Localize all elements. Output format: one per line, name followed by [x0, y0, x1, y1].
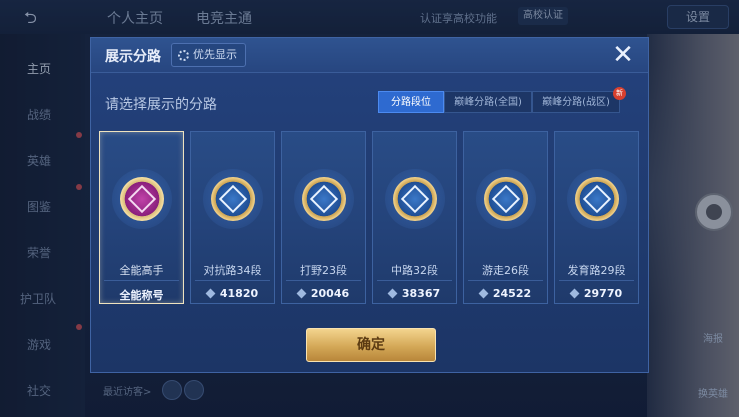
lane-card-value: 41820: [191, 287, 274, 300]
diamond-icon: [387, 288, 398, 299]
diamond-icon: [205, 288, 216, 299]
tab-peak-region-label: 巅峰分路(战区): [542, 97, 610, 108]
lane-card-roam[interactable]: 游走26段 24522: [463, 131, 548, 304]
lane-card-all-round[interactable]: 全能高手 全能称号: [99, 131, 184, 304]
lane-card-name: 中路32段: [391, 264, 438, 277]
lane-card-mid[interactable]: 中路32段 38367: [372, 131, 457, 304]
tab-peak-region[interactable]: 巅峰分路(战区) 新: [532, 87, 626, 113]
mid-lane-emblem-icon: [393, 177, 437, 221]
lane-card-value: 24522: [464, 287, 547, 300]
divider: [195, 280, 270, 281]
clash-lane-emblem-icon: [211, 177, 255, 221]
confirm-button[interactable]: 确定: [306, 328, 436, 362]
lane-card-value: 全能称号: [119, 289, 164, 302]
lane-card-jungle[interactable]: 打野23段 20046: [281, 131, 366, 304]
diamond-icon: [569, 288, 580, 299]
roam-emblem-icon: [484, 177, 528, 221]
close-icon[interactable]: ✕: [610, 42, 636, 68]
divider: [286, 280, 361, 281]
lane-card-value: 20046: [282, 287, 365, 300]
lane-card-farm[interactable]: 发育路29段 29770: [554, 131, 639, 304]
lane-card-name: 全能高手: [119, 264, 164, 277]
diamond-icon: [478, 288, 489, 299]
lane-card-value: 29770: [555, 287, 638, 300]
lane-card-name: 发育路29段: [567, 264, 626, 277]
dialog-title: 展示分路: [105, 49, 161, 65]
lane-card-name: 游走26段: [482, 264, 529, 277]
dialog-subtitle: 请选择展示的分路: [105, 97, 217, 113]
lane-card-name: 对抗路34段: [203, 264, 262, 277]
farm-lane-emblem-icon: [575, 177, 619, 221]
priority-label: 优先显示: [193, 48, 237, 61]
divider: [377, 280, 452, 281]
priority-display-button[interactable]: 优先显示: [171, 43, 246, 67]
divider: [559, 280, 634, 281]
lane-card-value: 38367: [373, 287, 456, 300]
tab-lane-rank[interactable]: 分路段位: [378, 91, 444, 113]
all-round-emblem-icon: [120, 177, 164, 221]
diamond-icon: [296, 288, 307, 299]
lane-type-tabs: 分路段位 巅峰分路(全国) 巅峰分路(战区) 新: [378, 87, 626, 113]
jungle-emblem-icon: [302, 177, 346, 221]
divider: [468, 280, 543, 281]
tab-peak-national[interactable]: 巅峰分路(全国): [444, 91, 532, 113]
new-badge: 新: [613, 87, 626, 100]
lane-display-dialog: 展示分路 优先显示 ✕ 请选择展示的分路 分路段位 巅峰分路(全国) 巅峰分路(…: [90, 37, 649, 373]
divider: [104, 280, 179, 281]
gear-icon: [178, 49, 189, 61]
lane-card-clash[interactable]: 对抗路34段 41820: [190, 131, 275, 304]
lane-card-name: 打野23段: [300, 264, 347, 277]
